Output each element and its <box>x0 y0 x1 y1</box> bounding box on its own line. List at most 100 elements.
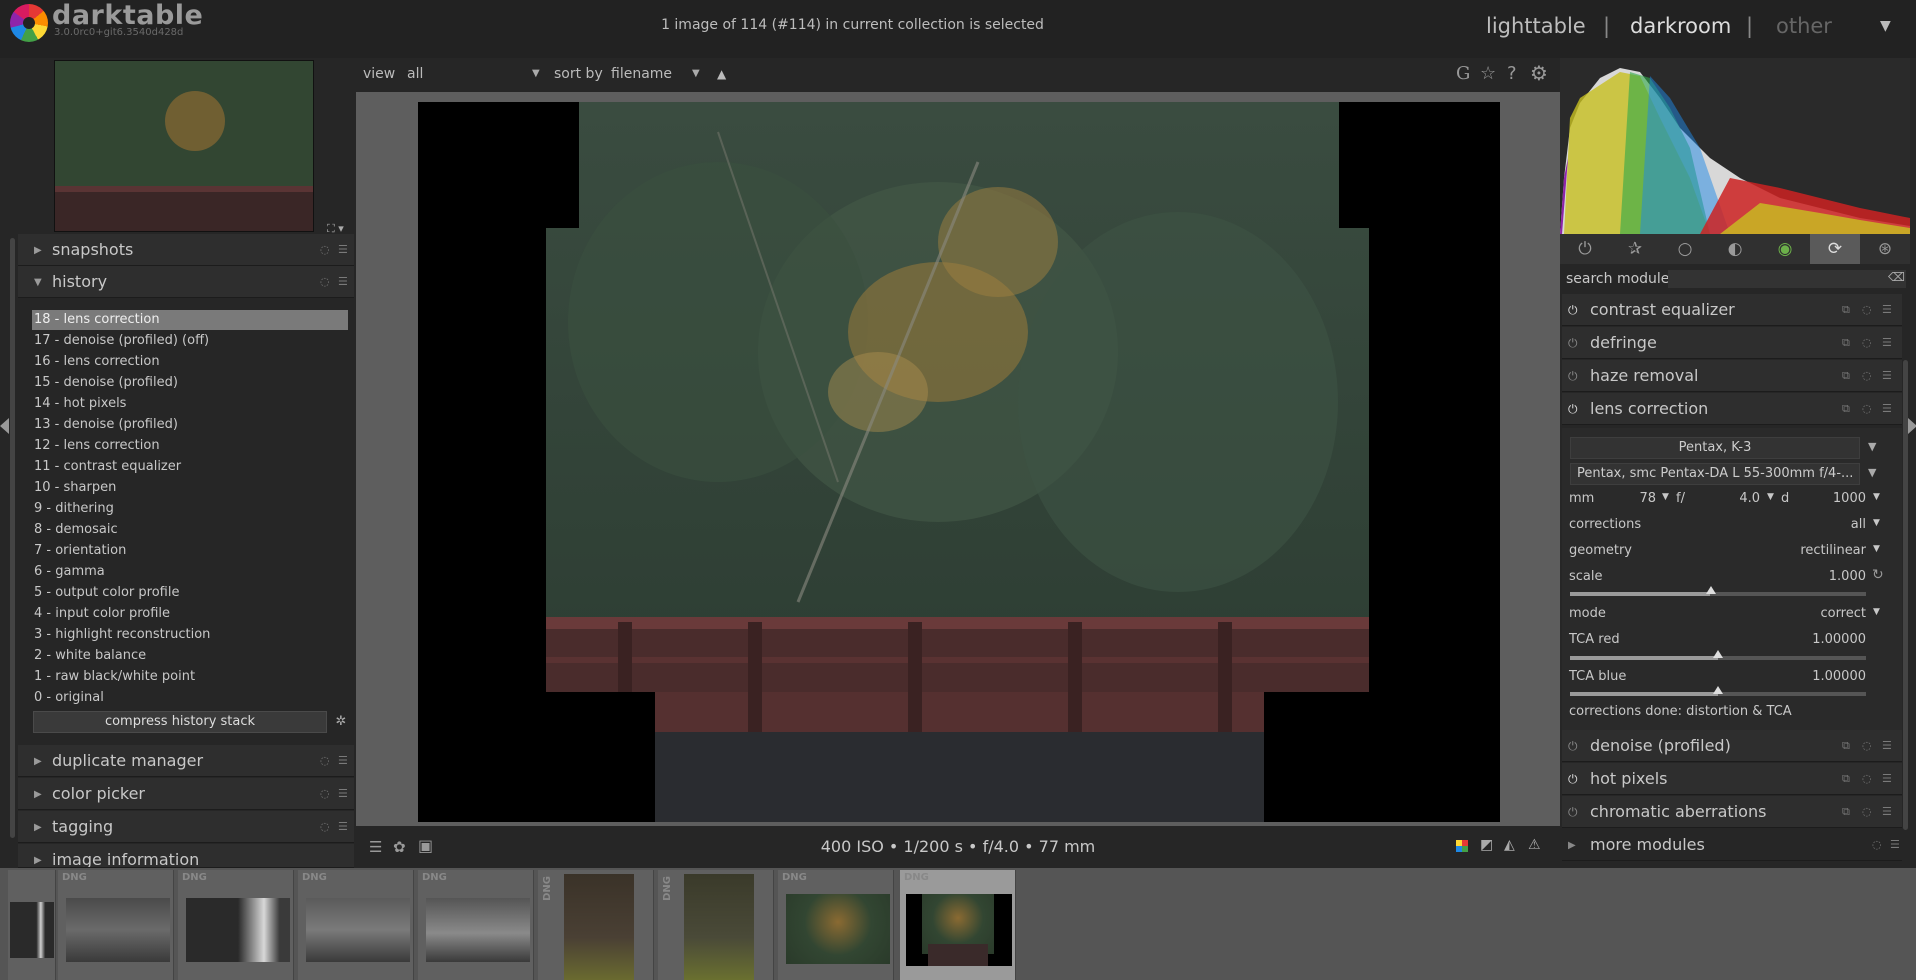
history-item[interactable]: 13 - denoise (profiled) <box>32 415 348 435</box>
instance-icon[interactable]: ⧉ <box>1842 303 1850 317</box>
filmstrip-thumb[interactable] <box>8 870 56 980</box>
history-item[interactable]: 4 - input color profile <box>32 604 348 624</box>
presets-icon[interactable]: ☰ <box>338 820 348 833</box>
chevron-down-icon[interactable]: ▼ <box>692 68 700 79</box>
history-item[interactable]: 12 - lens correction <box>32 436 348 456</box>
module-hot-pixels[interactable]: ⏻ hot pixels ⧉ ◌ ☰ <box>1562 763 1902 795</box>
presets-icon[interactable]: ☰ <box>338 243 348 256</box>
history-item[interactable]: 2 - white balance <box>32 646 348 666</box>
reset-icon[interactable]: ◌ <box>1862 303 1872 316</box>
instance-icon[interactable]: ⧉ <box>1842 369 1850 383</box>
reset-icon[interactable]: ◌ <box>320 787 330 800</box>
aperture-dropdown-icon[interactable]: ▼ <box>1767 492 1774 502</box>
instance-icon[interactable]: ⧉ <box>1842 402 1850 416</box>
reset-icon[interactable]: ◌ <box>320 275 330 288</box>
auto-scale-icon[interactable]: ↻ <box>1872 567 1884 583</box>
favorites-icon[interactable]: ✰ <box>1610 234 1660 264</box>
module-defringe[interactable]: ⏻ defringe ⧉ ◌ ☰ <box>1562 327 1902 359</box>
view-filter-select[interactable]: all <box>407 66 423 82</box>
reset-icon[interactable]: ◌ <box>320 820 330 833</box>
filmstrip-thumb[interactable]: DNG <box>58 870 174 980</box>
filmstrip-thumb-current[interactable]: DNG <box>900 870 1016 980</box>
history-item-selected[interactable]: 18 - lens correction <box>32 310 348 330</box>
correct-group-icon[interactable]: ⟳ <box>1810 234 1860 264</box>
presets-icon[interactable]: ☰ <box>338 754 348 767</box>
warning-icon[interactable]: ⚠ <box>1528 837 1541 853</box>
tone-group-icon[interactable]: ◐ <box>1710 234 1760 264</box>
presets-icon[interactable]: ☰ <box>1882 739 1892 752</box>
geometry-select[interactable]: rectilinear <box>1750 543 1866 558</box>
power-icon[interactable]: ⏻ <box>1568 402 1578 417</box>
presets-icon[interactable]: ☰ <box>338 275 348 288</box>
power-icon[interactable]: ⏻ <box>1568 303 1578 318</box>
presets-icon[interactable]: ☰ <box>338 787 348 800</box>
module-color-picker[interactable]: ▶ color picker ◌ ☰ <box>18 778 354 810</box>
history-item[interactable]: 9 - dithering <box>32 499 348 519</box>
filmstrip-thumb[interactable]: DNG <box>658 870 774 980</box>
color-assessment-icon[interactable] <box>1456 840 1468 852</box>
module-chromatic-aberrations[interactable]: ⏻ chromatic aberrations ⧉ ◌ ☰ <box>1562 796 1902 828</box>
history-item[interactable]: 6 - gamma <box>32 562 348 582</box>
presets-icon[interactable]: ☰ <box>1882 369 1892 382</box>
power-icon[interactable]: ⏻ <box>1568 336 1578 351</box>
compress-history-button[interactable]: compress history stack <box>33 711 327 733</box>
presets-icon[interactable]: ☰ <box>1882 772 1892 785</box>
module-snapshots[interactable]: ▶ snapshots ◌ ☰ <box>18 234 354 266</box>
overlays-star-icon[interactable]: ☆ <box>1480 63 1496 84</box>
reset-icon[interactable]: ◌ <box>1862 369 1872 382</box>
module-tagging[interactable]: ▶ tagging ◌ ☰ <box>18 811 354 843</box>
view-lighttable[interactable]: lighttable <box>1486 14 1586 38</box>
distance-dropdown-icon[interactable]: ▼ <box>1873 492 1880 502</box>
instance-icon[interactable]: ⧉ <box>1842 336 1850 350</box>
chevron-down-icon[interactable]: ▼ <box>1868 466 1876 479</box>
scale-slider[interactable] <box>1570 586 1866 596</box>
main-image-canvas[interactable] <box>418 102 1500 822</box>
histogram[interactable] <box>1560 58 1910 234</box>
presets-icon[interactable]: ☰ <box>1882 402 1892 415</box>
basic-group-icon[interactable]: ○ <box>1660 234 1710 264</box>
sort-select[interactable]: filename <box>611 66 672 82</box>
instance-icon[interactable]: ⧉ <box>1842 805 1850 819</box>
navigation-thumbnail[interactable] <box>54 60 314 232</box>
history-item[interactable]: 1 - raw black/white point <box>32 667 348 687</box>
chevron-down-icon[interactable]: ▼ <box>1873 518 1880 528</box>
module-image-information[interactable]: ▶ image information <box>18 844 354 868</box>
left-scrollbar[interactable] <box>10 238 15 838</box>
gear-icon[interactable]: ⚙ <box>1530 61 1548 85</box>
aperture-value[interactable]: 4.0 <box>1724 491 1760 506</box>
camera-select[interactable]: Pentax, K-3 <box>1570 437 1860 459</box>
reset-icon[interactable]: ◌ <box>1862 805 1872 818</box>
right-scrollbar[interactable] <box>1903 360 1908 830</box>
help-icon[interactable]: ? <box>1507 63 1517 84</box>
filmstrip-thumb[interactable]: DNG <box>298 870 414 980</box>
history-item[interactable]: 5 - output color profile <box>32 583 348 603</box>
chevron-down-icon[interactable]: ▼ <box>1873 607 1880 617</box>
history-item[interactable]: 10 - sharpen <box>32 478 348 498</box>
module-denoise-profiled[interactable]: ⏻ denoise (profiled) ⧉ ◌ ☰ <box>1562 730 1902 762</box>
history-item[interactable]: 15 - denoise (profiled) <box>32 373 348 393</box>
chevron-down-icon[interactable]: ▼ <box>1880 18 1891 34</box>
reset-icon[interactable]: ◌ <box>1862 772 1872 785</box>
module-haze-removal[interactable]: ⏻ haze removal ⧉ ◌ ☰ <box>1562 360 1902 392</box>
chevron-down-icon[interactable]: ▼ <box>1873 544 1880 554</box>
module-duplicate-manager[interactable]: ▶ duplicate manager ◌ ☰ <box>18 745 354 777</box>
collapse-right-arrow-icon[interactable] <box>1908 418 1916 434</box>
tca-blue-value[interactable]: 1.00000 <box>1780 669 1866 684</box>
tca-red-slider[interactable] <box>1570 650 1866 660</box>
mode-select[interactable]: correct <box>1750 606 1866 621</box>
module-contrast-equalizer[interactable]: ⏻ contrast equalizer ⧉ ◌ ☰ <box>1562 294 1902 326</box>
reset-icon[interactable]: ◌ <box>1862 739 1872 752</box>
power-icon[interactable]: ⏻ <box>1560 234 1610 264</box>
corrections-select[interactable]: all <box>1750 517 1866 532</box>
chevron-down-icon[interactable]: ▼ <box>1868 440 1876 453</box>
module-lens-correction[interactable]: ⏻ lens correction ⧉ ◌ ☰ <box>1562 393 1902 425</box>
gamut-check-icon[interactable]: ◭ <box>1504 837 1515 853</box>
mm-dropdown-icon[interactable]: ▼ <box>1662 492 1669 502</box>
scale-value[interactable]: 1.000 <box>1780 569 1866 584</box>
collapse-left-arrow-icon[interactable] <box>0 418 9 434</box>
instance-icon[interactable]: ⧉ <box>1842 739 1850 753</box>
distance-value[interactable]: 1000 <box>1820 491 1866 506</box>
view-other[interactable]: other <box>1776 14 1832 38</box>
mm-value[interactable]: 78 <box>1620 491 1656 506</box>
history-item[interactable]: 14 - hot pixels <box>32 394 348 414</box>
